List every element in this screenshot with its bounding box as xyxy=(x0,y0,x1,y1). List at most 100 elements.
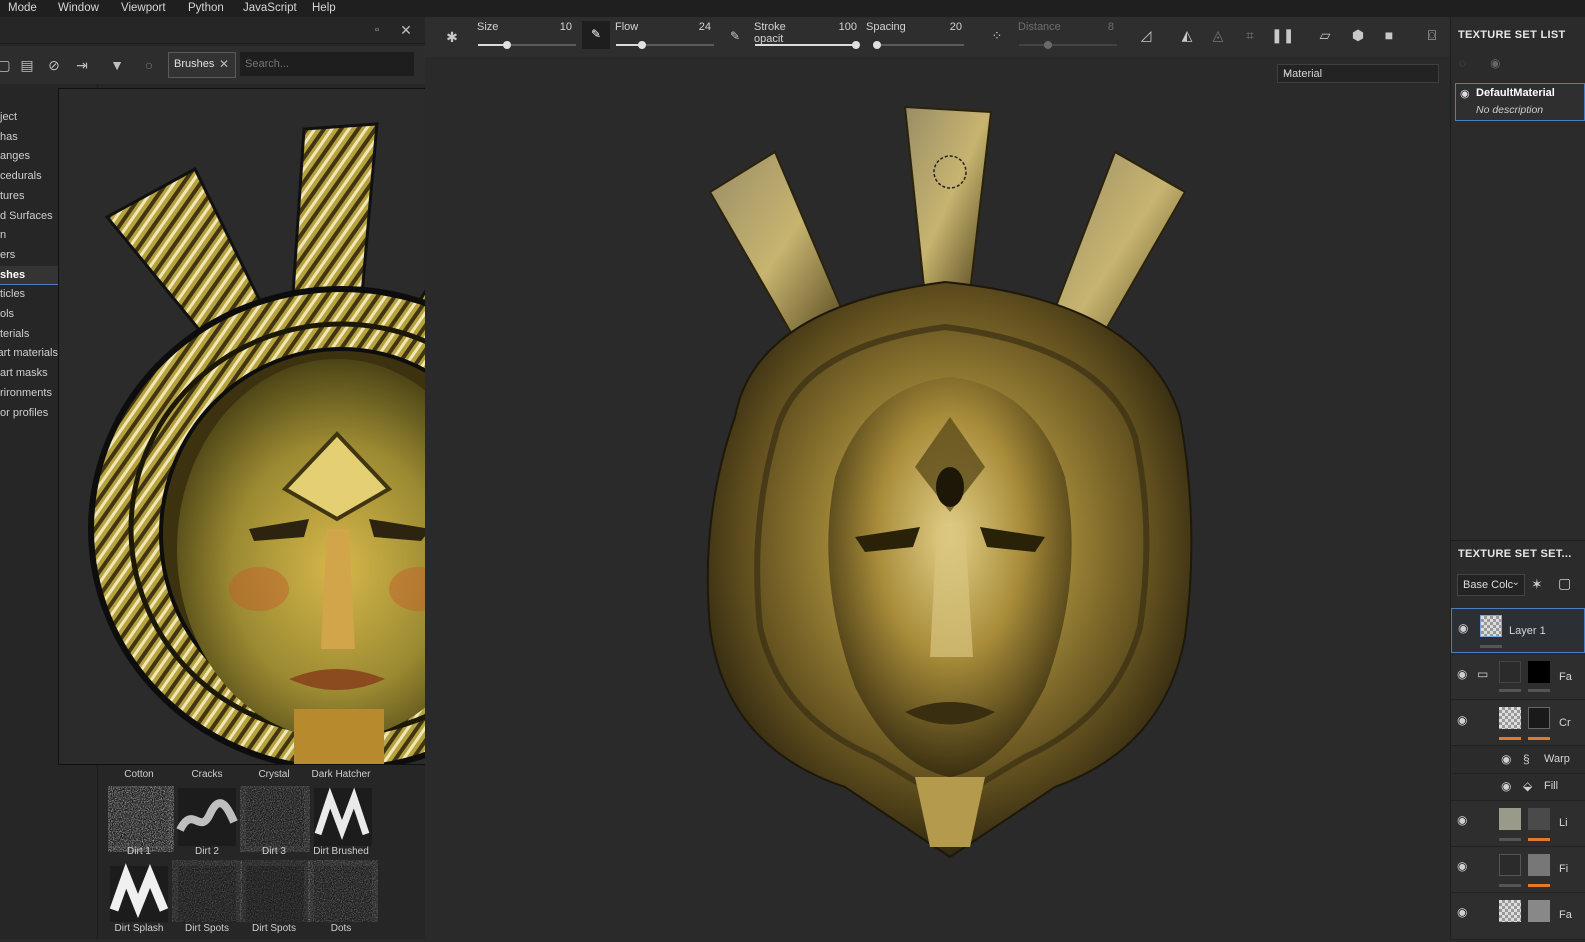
eye-icon[interactable]: ◉ xyxy=(1457,905,1467,919)
eye-icon[interactable]: ◉ xyxy=(1457,713,1467,727)
shelf-category-item[interactable]: art materials xyxy=(0,344,58,362)
pen-pressure-icon[interactable]: ✎ xyxy=(724,25,746,47)
menu-viewport[interactable]: Viewport xyxy=(121,0,166,16)
brush-dirt-2[interactable] xyxy=(176,788,238,846)
eye-icon[interactable]: ◉ xyxy=(1460,87,1470,100)
layer-channel-value: Base Colc xyxy=(1463,579,1514,591)
shelf-category-item[interactable]: d Surfaces xyxy=(0,207,58,225)
distance-track xyxy=(1019,44,1117,46)
menu-help[interactable]: Help xyxy=(312,0,336,16)
import-icon[interactable]: ⇥ xyxy=(72,56,92,74)
save-icon[interactable]: ▤ xyxy=(17,56,37,74)
mask-thumbnail xyxy=(1528,707,1550,729)
menu-window[interactable]: Window xyxy=(58,0,99,16)
shelf-category-item[interactable]: rironments xyxy=(0,384,58,402)
eye-icon[interactable]: ◉ xyxy=(1501,752,1511,766)
layer-row-fa[interactable]: ◉ Fa xyxy=(1451,893,1585,940)
effect-row-warp[interactable]: ◉ § Warp xyxy=(1451,747,1585,774)
refresh-icon[interactable]: ○ xyxy=(139,56,159,74)
effect-row-fill[interactable]: ◉ ⬙ Fill xyxy=(1451,774,1585,801)
spacing-handle[interactable] xyxy=(873,41,881,49)
brush-dirt-1[interactable] xyxy=(110,788,168,846)
shelf-category-item[interactable]: art masks xyxy=(0,364,58,382)
brush-label: Dirt Splash xyxy=(114,923,164,934)
shelf-category-item[interactable]: has xyxy=(0,128,58,146)
shelf-category-item[interactable]: anges xyxy=(0,147,58,165)
shelf-category-item[interactable]: shes xyxy=(0,265,58,285)
brush-label: Dirt Spots xyxy=(185,923,229,934)
hide-all-icon[interactable]: ◌ xyxy=(1459,56,1466,70)
stroke-opacity-handle[interactable] xyxy=(852,41,860,49)
filter-icon[interactable]: ▼ xyxy=(107,56,127,74)
layer-row-li[interactable]: ◉ Li xyxy=(1451,801,1585,847)
layer-channel-dropdown[interactable]: Base Colc ⌄ xyxy=(1457,574,1525,596)
brush-preset-icon[interactable]: ✱ xyxy=(441,26,463,48)
brush-dirt-3[interactable] xyxy=(246,788,304,846)
crop-icon[interactable]: ⌗ xyxy=(1239,24,1261,46)
eye-icon[interactable]: ◉ xyxy=(1457,859,1467,873)
layer-name: Fa xyxy=(1559,671,1572,683)
layer-name: Fa xyxy=(1559,909,1572,921)
menu-mode[interactable]: Mode xyxy=(8,0,37,16)
eye-icon[interactable]: ◉ xyxy=(1457,667,1467,681)
symmetry-settings-icon[interactable]: ◬ xyxy=(1207,24,1229,46)
lazy-mouse-icon[interactable]: ⁘ xyxy=(986,25,1008,47)
close-icon[interactable]: ✕ xyxy=(396,21,416,39)
shelf-category-item[interactable]: ticles xyxy=(0,285,58,303)
shelf-category-item[interactable]: terials xyxy=(0,325,58,343)
remove-filter-icon[interactable]: ✕ xyxy=(219,57,229,71)
camera-video-icon[interactable]: ■ xyxy=(1378,24,1400,46)
shelf-category-item[interactable]: ols xyxy=(0,305,58,323)
view-2d-icon[interactable]: ▱ xyxy=(1314,24,1336,46)
shelf-category-item[interactable]: or profiles xyxy=(0,404,58,422)
eye-icon[interactable]: ◉ xyxy=(1457,813,1467,827)
maximize-icon[interactable]: ▫ xyxy=(367,21,387,39)
filter-tag-label: Brushes xyxy=(174,58,215,70)
flow-value[interactable]: 24 xyxy=(681,21,711,33)
filter-tag-brushes[interactable]: Brushes ✕ xyxy=(168,52,236,78)
new-folder-icon[interactable]: ▢ xyxy=(0,56,14,74)
layer-row-layer-1[interactable]: ◉ Layer 1 xyxy=(1451,608,1585,653)
mask-thumbnail xyxy=(1528,808,1550,830)
layer-thumbnail xyxy=(1499,661,1521,683)
size-value[interactable]: 10 xyxy=(542,21,572,33)
size-handle[interactable] xyxy=(503,41,511,49)
channel-dropdown[interactable]: Material ⌄ xyxy=(1277,64,1439,83)
menu-python[interactable]: Python xyxy=(188,0,224,16)
brush-dots[interactable] xyxy=(314,866,372,922)
3d-viewport[interactable] xyxy=(425,57,1450,939)
hide-icon[interactable]: ⊘ xyxy=(44,56,64,74)
brush-dirt-splash[interactable] xyxy=(109,863,169,922)
layer-row-folder[interactable]: ◉ ▭ Fa xyxy=(1451,655,1585,700)
menu-javascript[interactable]: JavaScript xyxy=(243,0,297,16)
shelf-category-item[interactable]: n xyxy=(0,226,58,244)
menu-bar: Mode Window Viewport Python JavaScript H… xyxy=(0,0,1585,17)
screenshot-icon[interactable]: ⌼ xyxy=(1421,24,1443,46)
brush-dirt-spots-2[interactable] xyxy=(246,866,304,922)
folder-icon: ▭ xyxy=(1477,667,1489,681)
flow-handle[interactable] xyxy=(638,41,646,49)
layer-row-fi[interactable]: ◉ Fi xyxy=(1451,847,1585,893)
cube-icon[interactable]: ⬢ xyxy=(1347,24,1369,46)
pause-icon[interactable]: ❚❚ xyxy=(1271,24,1294,46)
shelf-category-item[interactable]: tures xyxy=(0,187,58,205)
angle-icon[interactable]: ◿ xyxy=(1135,24,1157,46)
stroke-opacity-value[interactable]: 100 xyxy=(827,21,857,33)
magic-wand-icon[interactable]: ✶ xyxy=(1531,576,1543,593)
eye-icon[interactable]: ◉ xyxy=(1501,779,1511,793)
shelf-category-item[interactable]: ers xyxy=(0,246,58,264)
search-input[interactable] xyxy=(240,52,414,76)
texture-set-item[interactable]: ◉ DefaultMaterial No description xyxy=(1455,83,1585,121)
show-all-icon[interactable]: ◉ xyxy=(1490,56,1500,70)
brush-dirt-brushed[interactable] xyxy=(314,787,372,846)
add-mask-icon[interactable]: ▢ xyxy=(1558,575,1571,592)
shelf-category-item[interactable]: ject xyxy=(0,108,58,126)
brush-dirt-spots-1[interactable] xyxy=(178,866,236,922)
size-label: Size xyxy=(477,21,499,33)
eye-icon[interactable]: ◉ xyxy=(1458,621,1468,635)
brush-alpha-button[interactable]: ✎ xyxy=(582,21,610,49)
shelf-category-item[interactable]: cedurals xyxy=(0,167,58,185)
layer-row-cr[interactable]: ◉ Cr xyxy=(1451,701,1585,746)
spacing-value[interactable]: 20 xyxy=(932,21,962,33)
symmetry-icon[interactable]: ◭ xyxy=(1176,24,1198,46)
